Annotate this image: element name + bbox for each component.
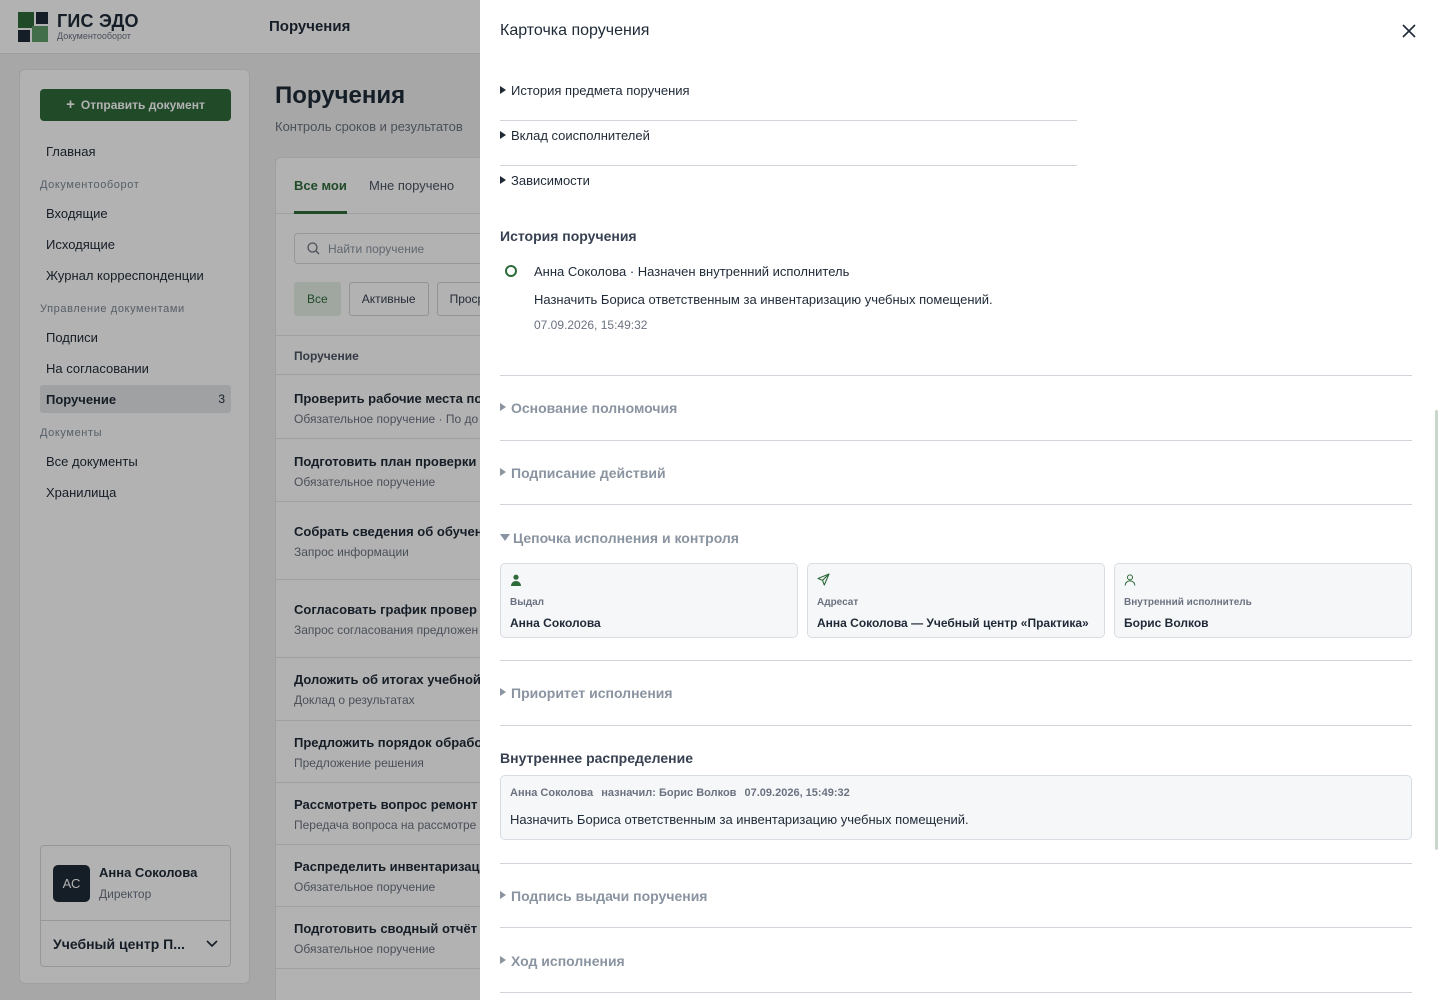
chain-label: Выдал [510, 597, 545, 608]
distribution-author: Анна Соколова [510, 787, 594, 799]
history-entry-text: Назначить Бориса ответственным за инвент… [534, 292, 993, 307]
history-entry-head: Анна Соколова · Назначен внутренний испо… [534, 264, 850, 279]
chain-label: Адресат [817, 597, 859, 608]
divider [500, 504, 1412, 505]
accordion-signing[interactable]: Подписание действий [500, 465, 666, 481]
divider [500, 440, 1412, 441]
divider [500, 992, 1412, 993]
accordion-label: Основание полномочия [511, 400, 678, 416]
details-label: История предмета поручения [511, 83, 690, 98]
caret-right-icon [500, 891, 506, 899]
caret-down-icon [500, 534, 510, 541]
details-label: Вклад соисполнителей [511, 128, 650, 143]
divider [500, 927, 1412, 928]
accordion-issue-signature[interactable]: Подпись выдачи поручения [500, 888, 707, 904]
user-filled-icon [511, 574, 521, 586]
distribution-text: Назначить Бориса ответственным за инвент… [510, 812, 969, 827]
scrollbar[interactable] [1435, 410, 1438, 850]
details-dependencies[interactable]: Зависимости [500, 166, 1077, 211]
distribution-entry: Анна Соколова назначил: Борис Волков 07.… [500, 775, 1412, 840]
details-subject-history[interactable]: История предмета поручения [500, 76, 1077, 121]
divider [500, 375, 1412, 376]
history-title: История поручения [500, 228, 637, 244]
caret-right-icon [500, 956, 506, 964]
accordion-chain[interactable]: Цепочка исполнения и контроля [500, 530, 739, 546]
drawer-title: Карточка поручения [500, 22, 650, 39]
user-outline-icon [1124, 574, 1136, 586]
chain-card-executor: Внутренний исполнитель Борис Волков [1114, 563, 1412, 638]
caret-right-icon [500, 86, 506, 94]
accordion-label: Приоритет исполнения [511, 685, 673, 701]
accordion-label: Цепочка исполнения и контроля [513, 530, 739, 546]
divider [500, 725, 1412, 726]
chain-value: Борис Волков [1124, 616, 1209, 630]
divider [500, 660, 1412, 661]
caret-right-icon [500, 176, 506, 184]
chain-value: Анна Соколова [510, 616, 601, 630]
distribution-meta: Анна Соколова назначил: Борис Волков 07.… [510, 787, 1402, 799]
distribution-title: Внутреннее распределение [500, 750, 694, 766]
details-coexecutors[interactable]: Вклад соисполнителей [500, 121, 1077, 166]
timeline-dot-icon [505, 265, 517, 277]
distribution-action: назначил: Борис Волков [601, 787, 737, 799]
caret-right-icon [500, 403, 506, 411]
chain-value: Анна Соколова — Учебный центр «Практика» [817, 616, 1089, 630]
caret-right-icon [500, 131, 506, 139]
send-icon [817, 573, 830, 586]
close-icon [1402, 24, 1416, 38]
chain-card-issuer: Выдал Анна Соколова [500, 563, 798, 638]
accordion-progress[interactable]: Ход исполнения [500, 953, 625, 969]
close-button[interactable] [1398, 20, 1420, 42]
caret-right-icon [500, 468, 506, 476]
accordion-authority[interactable]: Основание полномочия [500, 400, 677, 416]
assignment-card-drawer: Карточка поручения История предмета пору… [480, 0, 1440, 1000]
caret-right-icon [500, 688, 506, 696]
history-entry-time: 07.09.2026, 15:49:32 [534, 318, 648, 332]
details-label: Зависимости [511, 173, 590, 188]
accordion-label: Ход исполнения [511, 953, 625, 969]
chain-label: Внутренний исполнитель [1124, 597, 1252, 608]
accordion-label: Подписание действий [511, 465, 666, 481]
accordion-priority[interactable]: Приоритет исполнения [500, 685, 673, 701]
divider [500, 863, 1412, 864]
distribution-time: 07.09.2026, 15:49:32 [744, 787, 850, 799]
accordion-label: Подпись выдачи поручения [511, 888, 708, 904]
chain-card-addressee: Адресат Анна Соколова — Учебный центр «П… [807, 563, 1105, 638]
